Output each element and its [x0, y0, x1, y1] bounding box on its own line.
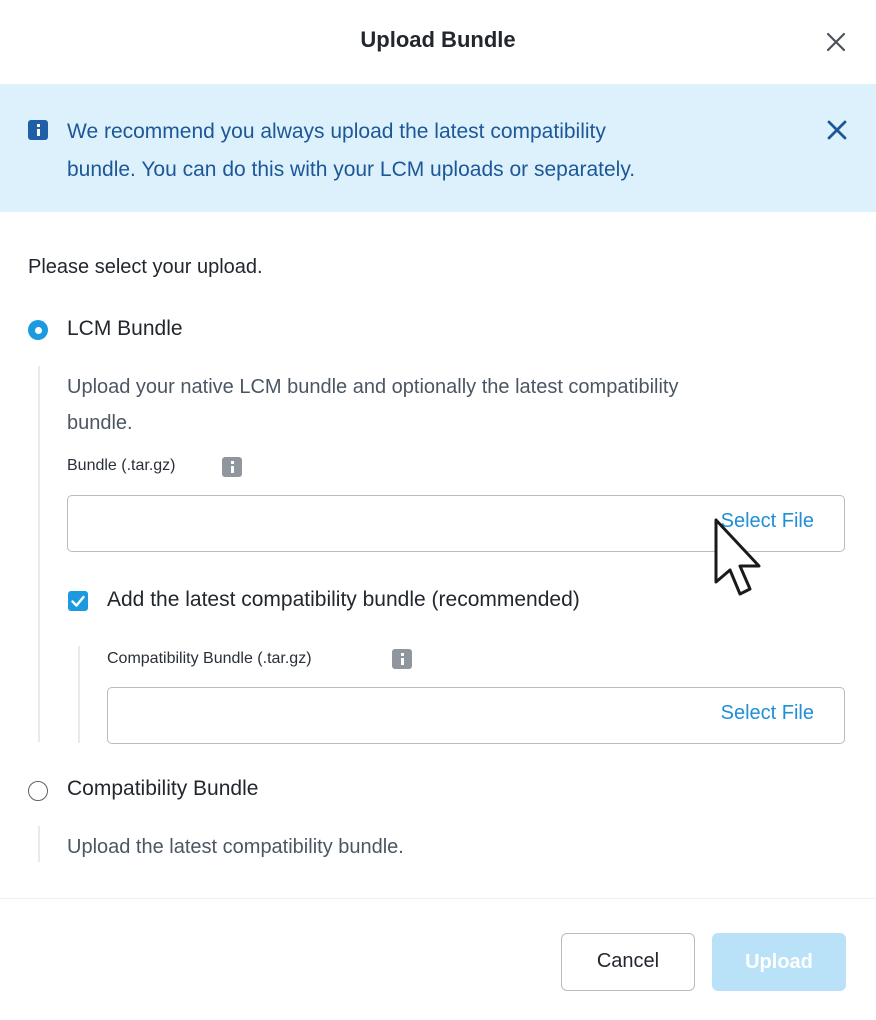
info-icon: [28, 120, 48, 140]
bundle-file-input[interactable]: Select File: [67, 495, 845, 552]
close-icon[interactable]: [824, 117, 850, 143]
compatibility-bundle-label[interactable]: Compatibility Bundle: [67, 777, 258, 801]
cancel-button[interactable]: Cancel: [561, 933, 695, 991]
checkmark-icon: [71, 595, 85, 607]
compatibility-bundle-description: Upload the latest compatibility bundle.: [67, 836, 404, 858]
dialog-header: Upload Bundle: [0, 0, 876, 84]
select-file-button[interactable]: Select File: [721, 702, 814, 725]
upload-prompt: Please select your upload.: [28, 256, 263, 278]
compatibility-bundle-radio[interactable]: [28, 781, 48, 801]
upload-button[interactable]: Upload: [712, 933, 846, 991]
close-icon[interactable]: [822, 28, 850, 56]
info-icon[interactable]: [222, 457, 242, 477]
lcm-bundle-label[interactable]: LCM Bundle: [67, 317, 183, 341]
banner-line-1: We recommend you always upload the lates…: [67, 120, 606, 143]
bundle-field-label: Bundle (.tar.gz): [67, 457, 176, 474]
compat-bundle-file-input[interactable]: Select File: [107, 687, 845, 744]
footer-divider: [0, 898, 876, 899]
lcm-desc-line-1: Upload your native LCM bundle and option…: [67, 376, 679, 398]
lcm-section-divider: [38, 366, 40, 742]
compatibility-checkbox[interactable]: [68, 591, 88, 611]
lcm-bundle-description: Upload your native LCM bundle and option…: [67, 369, 847, 441]
compat-bundle-field-label: Compatibility Bundle (.tar.gz): [107, 650, 312, 667]
dialog-title: Upload Bundle: [360, 27, 516, 52]
lcm-desc-line-2: bundle.: [67, 412, 133, 434]
compat-sub-divider: [78, 646, 80, 743]
select-file-button[interactable]: Select File: [721, 510, 814, 533]
info-icon[interactable]: [392, 649, 412, 669]
banner-line-2: bundle. You can do this with your LCM up…: [67, 158, 636, 181]
compat-section-divider: [38, 826, 40, 862]
banner-message: We recommend you always upload the lates…: [67, 113, 767, 189]
lcm-bundle-radio[interactable]: [28, 320, 48, 340]
compatibility-checkbox-label[interactable]: Add the latest compatibility bundle (rec…: [107, 588, 580, 612]
